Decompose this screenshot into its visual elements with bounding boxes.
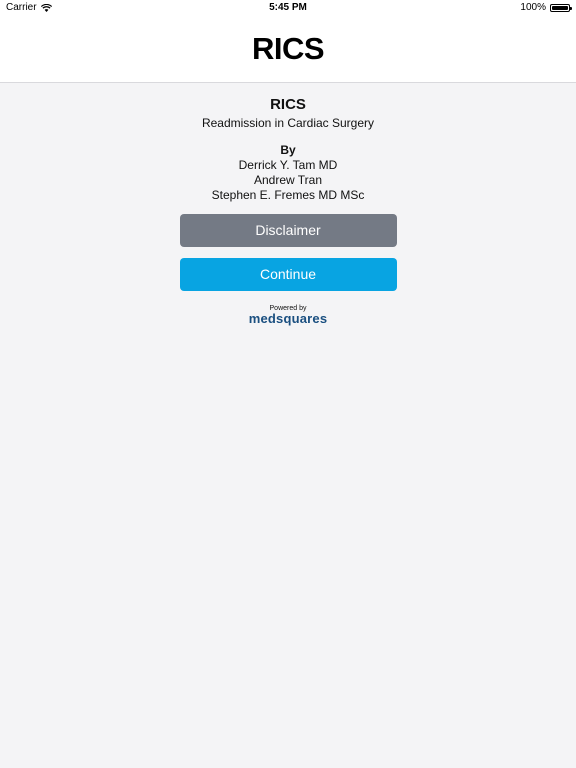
main-content: RICS Readmission in Cardiac Surgery By D… xyxy=(0,83,576,326)
author-name: Stephen E. Fremes MD MSc xyxy=(211,188,365,202)
status-time: 5:45 PM xyxy=(269,2,307,13)
battery-icon xyxy=(550,3,572,12)
app-logo: RICS xyxy=(251,31,325,66)
battery-fill xyxy=(552,5,568,10)
continue-button[interactable]: Continue xyxy=(179,258,397,291)
app-title: RICS xyxy=(270,96,306,113)
app-subtitle: Readmission in Cardiac Surgery xyxy=(201,116,375,130)
brand-name: medsquares xyxy=(248,311,328,326)
nav-bar: RICS xyxy=(0,16,576,83)
author-name: Derrick Y. Tam MD xyxy=(238,158,338,172)
author-name: Andrew Tran xyxy=(253,173,323,187)
powered-by-logo: Powered by medsquares xyxy=(0,305,576,326)
disclaimer-button[interactable]: Disclaimer xyxy=(179,214,397,247)
battery-percent: 100% xyxy=(520,2,546,13)
status-bar: Carrier 5:45 PM 100% xyxy=(0,0,576,16)
status-bar-right: 100% xyxy=(520,2,572,13)
by-label: By xyxy=(280,143,296,157)
